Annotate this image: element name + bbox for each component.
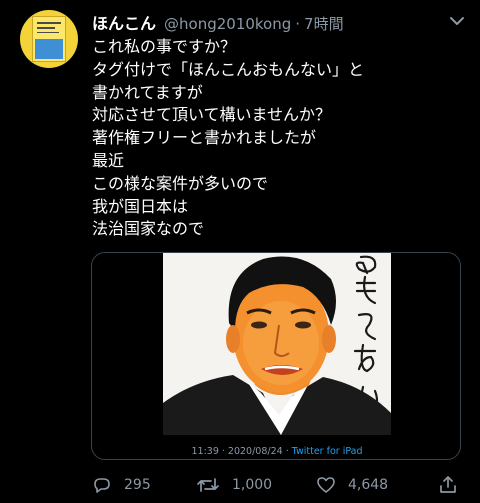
tweet-header: ほんこん @hong2010kong · 7時間 [92, 10, 344, 34]
like-button[interactable]: 4,648 [316, 472, 388, 498]
heart-icon [317, 477, 335, 493]
media-card[interactable]: 11:39 · 2020/08/24 · Twitter for iPad [91, 252, 461, 460]
tweet-line: タグ付けで「ほんこんおもんない」と [92, 59, 365, 79]
tweet-line: この様な案件が多いので [92, 173, 269, 193]
action-bar: 295 1,000 4,648 [92, 472, 472, 498]
timestamp[interactable]: 7時間 [304, 13, 344, 34]
separator-dot: · [295, 15, 301, 33]
reply-icon [94, 478, 110, 493]
reply-count: 295 [124, 477, 151, 493]
retweet-icon [197, 478, 219, 492]
chevron-down-icon[interactable] [446, 12, 468, 30]
tweet-line: これ私の事ですか？ [92, 37, 237, 56]
tweet-line: 著作権フリーと書かれましたが [92, 128, 317, 148]
like-count: 4,648 [348, 477, 389, 493]
retweet-count: 1,000 [232, 477, 273, 493]
tweet-line: 我が国日本は [92, 196, 189, 216]
tweet-line: 対応させて頂いて構いませんか？ [92, 105, 332, 125]
display-name[interactable]: ほんこん [92, 10, 156, 34]
tweet-line: 書かれてますが [92, 82, 203, 102]
share-icon [440, 476, 456, 493]
handwritten-text [353, 255, 379, 411]
image-source-link[interactable]: Twitter for iPad [292, 446, 363, 457]
reply-button[interactable]: 295 [92, 472, 151, 498]
retweet-button[interactable]: 1,000 [196, 472, 272, 498]
tweet-line: 法治国家なので [92, 219, 205, 239]
image-caption: 11:39 · 2020/08/24 · Twitter for iPad [92, 446, 460, 457]
tweet: ほんこん @hong2010kong · 7時間 これ私の事ですか？ タグ付けで… [0, 0, 480, 503]
book-cover-image [32, 16, 66, 62]
avatar[interactable] [20, 10, 78, 68]
portrait-drawing[interactable] [163, 253, 391, 435]
tweet-text: これ私の事ですか？ タグ付けで「ほんこんおもんない」と 書かれてますが 対応させ… [92, 36, 462, 241]
share-button[interactable] [438, 472, 470, 498]
image-timestamp: 11:39 · 2020/08/24 · [191, 446, 292, 457]
tweet-line: 最近 [92, 150, 125, 170]
user-handle[interactable]: @hong2010kong [164, 15, 291, 33]
